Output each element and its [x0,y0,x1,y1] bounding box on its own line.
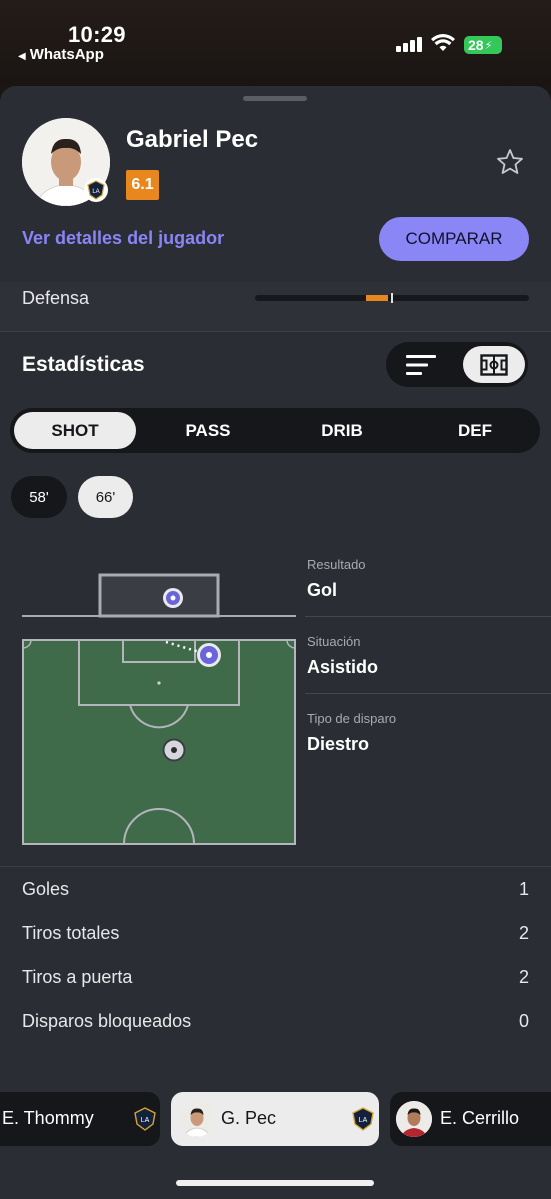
result-value: Gol [307,580,337,600]
club-badge-text: LA [92,189,99,195]
player-name: Gabriel Pec [126,126,259,153]
club-badge-icon: LA [84,178,108,202]
shot-type-label: Tipo de disparo [307,711,397,726]
club-badge-icon: LA [134,1107,156,1131]
club-badge-text: LA [141,1117,150,1124]
player-chip-thommy[interactable]: E. Thommy LA [0,1092,160,1146]
stat-label: Tiros a puerta [22,967,133,987]
goal-frame [98,573,220,618]
player-chip-pec[interactable]: G. Pec LA [171,1092,379,1146]
goal-ball-icon [163,588,183,608]
info-divider [305,616,551,617]
player-chip-avatar [179,1101,215,1137]
defense-bar [255,293,529,303]
battery-icon: 28 ⚡ [464,36,502,54]
shot-map [22,573,296,845]
shot-ball-icon [197,643,221,667]
tab-shot[interactable]: SHOT [14,412,136,449]
wifi-icon [431,34,455,51]
pitch [22,639,296,845]
stat-value: 2 [518,967,529,987]
info-divider [305,693,551,694]
defense-label: Defensa [22,288,90,308]
situation-label: Situación [307,634,361,649]
stat-value: 1 [518,879,529,899]
stat-row-blocked-shots: Disparos bloqueados 0 [22,1007,529,1037]
stat-label: Goles [22,879,70,899]
player-chip-cerrillo[interactable]: E. Cerrillo [390,1092,551,1146]
stat-label: Tiros totales [22,923,120,943]
tab-def[interactable]: DEF [414,412,536,449]
compare-button[interactable]: COMPARAR [379,217,529,261]
minute-chip-58[interactable]: 58' [11,476,67,518]
player-rating-badge: 6.1 [126,170,159,200]
stat-row-shots-on-target: Tiros a puerta 2 [22,963,529,993]
back-to-app-link[interactable]: ◀ WhatsApp [18,46,104,63]
minute-chip-66[interactable]: 66' [78,476,133,518]
pitch-view-button[interactable] [463,346,525,383]
tab-drib[interactable]: DRIB [280,412,404,449]
cellular-signal-icon [396,36,422,52]
situation-value: Asistido [307,657,379,677]
favorite-star-icon[interactable] [496,148,524,176]
status-time: 10:29 [68,22,126,47]
player-chip-avatar [396,1101,432,1137]
status-bar: 10:29 ◀ WhatsApp 28 ⚡ [0,0,551,86]
stat-value: 0 [518,1011,529,1031]
player-chip-name: E. Thommy [2,1108,94,1128]
battery-level: 28 [468,37,484,53]
other-shot-marker-icon [162,738,186,762]
back-arrow-icon: ◀ [18,51,26,62]
player-switcher: E. Thommy LA G. Pec LA E. Cerrillo [0,1086,551,1198]
stat-category-tabs: SHOT PASS DRIB DEF [10,408,540,453]
stat-row-goals: Goles 1 [22,875,529,905]
defense-bar-fill [366,295,388,301]
stat-value: 2 [518,923,529,943]
home-indicator [176,1180,374,1186]
defense-bar-marker [391,293,393,303]
player-chip-name: E. Cerrillo [440,1108,520,1128]
charging-bolt-icon: ⚡ [484,39,493,52]
pitch-icon [480,353,508,376]
result-label: Resultado [307,557,366,572]
sheet-drag-handle[interactable] [243,96,307,101]
player-chip-name: G. Pec [221,1108,277,1128]
defense-row: Defensa [0,282,551,332]
club-badge-icon: LA [352,1107,374,1131]
divider [0,866,551,867]
list-icon[interactable] [406,354,436,376]
tab-pass[interactable]: PASS [146,412,270,449]
divider [0,331,551,332]
shot-type-value: Diestro [307,734,370,754]
club-badge-text: LA [359,1117,368,1124]
stat-row-total-shots: Tiros totales 2 [22,919,529,949]
stats-section-title: Estadísticas [22,353,145,376]
back-app-label: WhatsApp [29,46,104,63]
stat-label: Disparos bloqueados [22,1011,192,1031]
view-toggle [386,342,528,387]
player-details-link[interactable]: Ver detalles del jugador [22,228,224,249]
